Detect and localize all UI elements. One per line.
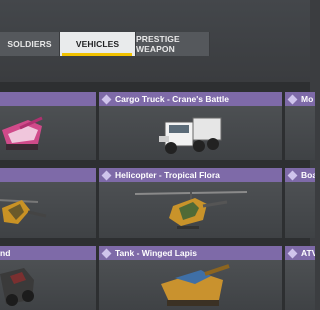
- tab-soldiers-label: SOLDIERS: [7, 39, 52, 49]
- card-header: nd: [0, 246, 96, 260]
- card-header: ATV: [285, 246, 315, 260]
- card-title: nd: [0, 248, 11, 258]
- card-image: [0, 182, 96, 238]
- card-title: Mo: [301, 94, 314, 104]
- vehicle-card[interactable]: Tank - Winged Lapis: [99, 246, 282, 310]
- rarity-diamond-icon: [287, 248, 298, 258]
- card-image: [0, 260, 96, 310]
- card-title: Boa: [301, 170, 315, 180]
- vehicle-card[interactable]: Boa: [285, 168, 315, 238]
- helicopter-icon: [134, 191, 248, 229]
- card-header: [0, 168, 96, 182]
- card-header: Cargo Truck - Crane's Battle: [99, 92, 282, 106]
- vehicle-card[interactable]: Cargo Truck - Crane's Battle: [99, 92, 282, 160]
- card-header: Mo: [285, 92, 315, 106]
- armored-vehicle-icon: [0, 268, 34, 306]
- helicopter-icon: [0, 199, 47, 224]
- card-header: Tank - Winged Lapis: [99, 246, 282, 260]
- vehicle-card[interactable]: nd: [0, 246, 96, 310]
- card-image: [99, 182, 282, 238]
- tab-vehicles-label: VEHICLES: [75, 39, 120, 49]
- cargo-truck-icon: [159, 117, 222, 154]
- vehicle-card[interactable]: ATV: [285, 246, 315, 310]
- card-header: [0, 92, 96, 106]
- card-image: [285, 260, 315, 310]
- tab-prestige-weapon[interactable]: PRESTIGE WEAPON: [136, 32, 210, 56]
- card-header: Boa: [285, 168, 315, 182]
- vehicle-card[interactable]: [0, 168, 96, 238]
- card-header: Helicopter - Tropical Flora: [99, 168, 282, 182]
- vehicle-card[interactable]: [0, 92, 96, 160]
- card-image: [0, 106, 96, 160]
- rarity-diamond-icon: [101, 248, 112, 258]
- rarity-diamond-icon: [287, 170, 298, 180]
- rarity-diamond-icon: [101, 94, 112, 104]
- card-image: [99, 260, 282, 310]
- card-image: [285, 106, 315, 160]
- card-image: [285, 182, 315, 238]
- rarity-diamond-icon: [287, 94, 298, 104]
- tank-icon: [161, 264, 230, 306]
- card-image: [99, 106, 282, 160]
- top-bar: SOLDIERS VEHICLES PRESTIGE WEAPON: [0, 0, 310, 82]
- vehicle-grid: Cargo Truck - Crane's Battle Mo Helicopt…: [0, 82, 315, 310]
- vehicle-card[interactable]: Helicopter - Tropical Flora: [99, 168, 282, 238]
- tab-soldiers[interactable]: SOLDIERS: [0, 32, 60, 56]
- card-title: Cargo Truck - Crane's Battle: [115, 94, 229, 104]
- card-title: Helicopter - Tropical Flora: [115, 170, 220, 180]
- vehicle-card[interactable]: Mo: [285, 92, 315, 160]
- rarity-diamond-icon: [101, 170, 112, 180]
- card-title: Tank - Winged Lapis: [115, 248, 197, 258]
- tab-prestige-label: PRESTIGE WEAPON: [136, 34, 180, 54]
- card-title: ATV: [301, 248, 315, 258]
- tank-pink-icon: [2, 116, 43, 150]
- active-tab-indicator: [62, 53, 132, 56]
